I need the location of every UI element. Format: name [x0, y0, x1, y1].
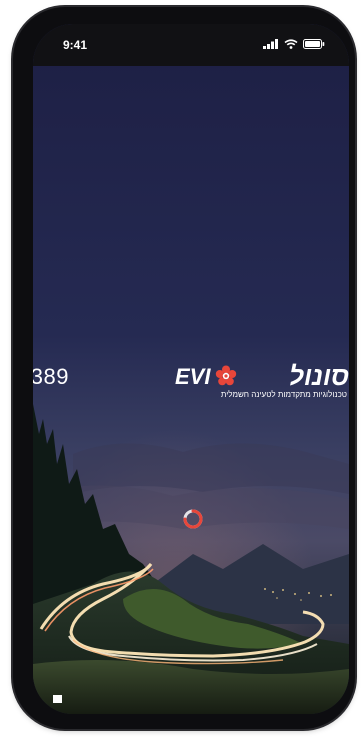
signal-icon: [263, 39, 278, 49]
brand-logo: EVI סונול טכנולוגיות מתקדמות לטעינה חשמל…: [173, 362, 349, 406]
status-time: 9:41: [63, 38, 88, 52]
wifi-icon: [284, 39, 298, 49]
splash-screen: 9:41 *3389 EVI: [33, 24, 349, 714]
brand-tagline: טכנולוגיות מתקדמות לטעינה חשמלית: [220, 390, 347, 399]
flower-logo-icon: [215, 365, 237, 386]
loading-spinner-icon: [183, 509, 203, 529]
status-icons: [263, 39, 325, 49]
battery-icon: [303, 39, 325, 49]
brand-name-latin: EVI: [175, 364, 211, 389]
promo-phone-code[interactable]: *3389: [33, 364, 69, 390]
brand-name-hebrew: סונול: [289, 361, 349, 391]
status-bar: 9:41: [33, 24, 349, 66]
home-indicator[interactable]: [53, 695, 62, 703]
